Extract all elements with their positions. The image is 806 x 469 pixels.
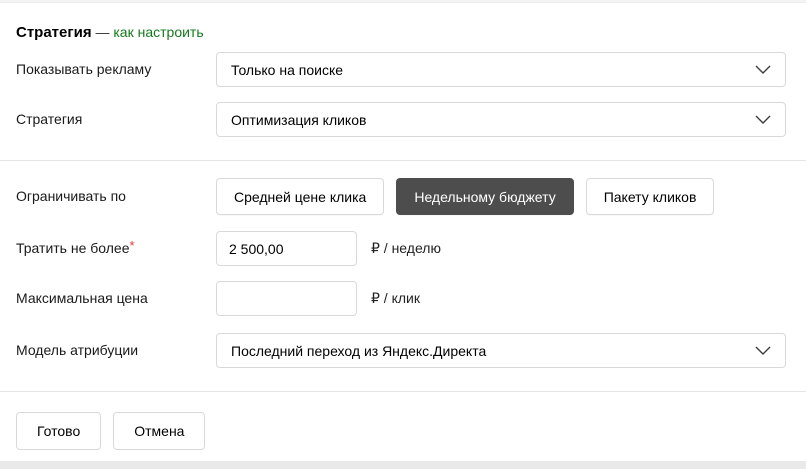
show-ads-value: Только на поиске	[231, 61, 344, 78]
attribution-row: Модель атрибуции Последний переход из Ян…	[16, 333, 786, 368]
title-dash: —	[91, 24, 114, 40]
done-button[interactable]: Готово	[16, 412, 102, 450]
section-divider	[0, 160, 806, 161]
chevron-down-icon	[755, 65, 771, 74]
spend-limit-control: ₽ / неделю	[216, 231, 786, 266]
limit-by-label: Ограничивать по	[16, 188, 126, 204]
chevron-down-icon	[755, 346, 771, 355]
weekly-budget-unit: ₽ / неделю	[371, 240, 441, 256]
limit-by-row: Ограничивать по Средней цене клика Недел…	[16, 178, 786, 215]
attribution-select[interactable]: Последний переход из Яндекс.Директа	[216, 333, 786, 368]
strategy-value: Оптимизация кликов	[231, 111, 367, 128]
spend-limit-row: Тратить не более* ₽ / неделю	[16, 231, 786, 266]
max-price-control: ₽ / клик	[216, 281, 786, 316]
chevron-down-icon	[755, 115, 771, 124]
max-price-row: Максимальная цена ₽ / клик	[16, 281, 786, 316]
form-actions: Готово Отмена	[0, 412, 806, 450]
show-ads-control: Только на поиске	[216, 52, 786, 87]
attribution-control: Последний переход из Яндекс.Директа	[216, 333, 786, 368]
max-cpc-unit: ₽ / клик	[371, 290, 420, 306]
spend-limit-label: Тратить не более*	[16, 238, 135, 256]
top-divider	[0, 0, 806, 3]
attribution-label: Модель атрибуции	[16, 342, 139, 358]
attribution-value: Последний переход из Яндекс.Директа	[231, 342, 487, 359]
strategy-control: Оптимизация кликов	[216, 102, 786, 137]
strategy-select[interactable]: Оптимизация кликов	[216, 102, 786, 137]
show-ads-label: Показывать рекламу	[16, 61, 152, 77]
footer-divider	[0, 391, 806, 392]
strategy-section: Стратегия — как настроить Показывать рек…	[0, 23, 806, 137]
cancel-button[interactable]: Отмена	[113, 412, 206, 450]
how-to-configure-link[interactable]: как настроить	[113, 24, 203, 40]
strategy-row: Стратегия Оптимизация кликов	[16, 102, 786, 137]
page-background-strip	[0, 461, 806, 469]
max-cpc-input[interactable]	[216, 281, 357, 316]
section-header: Стратегия — как настроить	[16, 23, 786, 41]
toggle-weekly-budget[interactable]: Недельному бюджету	[396, 178, 574, 215]
weekly-budget-input[interactable]	[216, 231, 357, 266]
show-ads-select[interactable]: Только на поиске	[216, 52, 786, 87]
limit-by-control: Средней цене клика Недельному бюджету Па…	[216, 178, 786, 215]
limit-by-toggle-group: Средней цене клика Недельному бюджету Па…	[216, 178, 715, 215]
section-title: Стратегия	[16, 24, 92, 41]
limits-section: Ограничивать по Средней цене клика Недел…	[0, 178, 806, 368]
strategy-settings-panel: Стратегия — как настроить Показывать рек…	[0, 0, 806, 469]
max-price-label: Максимальная цена	[16, 290, 148, 306]
strategy-label: Стратегия	[16, 111, 83, 127]
toggle-click-package[interactable]: Пакету кликов	[585, 178, 715, 215]
required-asterisk: *	[129, 238, 135, 253]
toggle-average-cpc[interactable]: Средней цене клика	[216, 178, 385, 215]
show-ads-row: Показывать рекламу Только на поиске	[16, 52, 786, 87]
